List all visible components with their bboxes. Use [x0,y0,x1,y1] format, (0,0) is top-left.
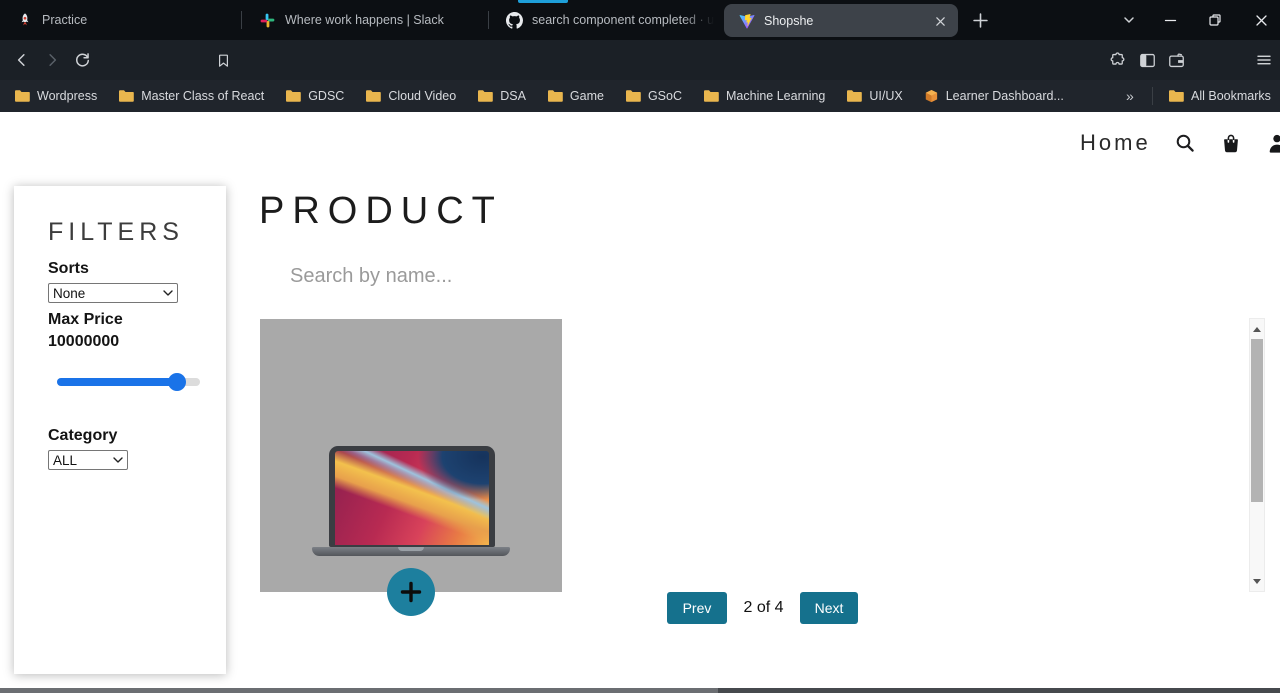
folder-icon [547,90,563,102]
search-icon[interactable] [1173,131,1197,155]
folder-icon [286,90,301,102]
category-label: Category [48,427,118,444]
tab-title: Where work happens | Slack [285,13,444,27]
next-page-button[interactable]: Next [800,592,858,624]
tab-title-fade [682,0,722,40]
all-bookmarks-button[interactable]: All Bookmarks [1168,80,1271,112]
filters-title: FILTERS [48,218,184,246]
page-status: 2 of 4 [743,599,784,616]
macbook-base [312,547,510,556]
bookmark-folder-machine-learning[interactable]: Machine Learning [703,89,825,103]
horizontal-scrollbar[interactable] [0,688,1280,693]
browser-window: Practice Where work happens | Slack sear… [0,0,1280,693]
tab-bar: Practice Where work happens | Slack sear… [0,0,1280,40]
tab-separator [241,11,242,29]
bookmarks-separator [1152,87,1153,105]
webpage-content: Home FILTERS Sorts None Max Price 100000… [0,112,1280,693]
pagination: Prev 2 of 4 Next [667,592,858,624]
product-list-scrollbar[interactable] [1249,318,1265,592]
bookmarks-bar: Wordpress Master Class of React GDSC Clo… [0,80,1280,112]
slider-fill [57,378,177,386]
extensions-icon[interactable] [1106,49,1128,71]
site-header-nav: Home [1080,130,1280,156]
forward-button[interactable] [41,49,63,71]
bookmark-folder-cloud-video[interactable]: Cloud Video [365,89,456,103]
folder-icon [366,90,382,102]
back-button[interactable] [11,49,33,71]
bookmark-icon[interactable] [212,49,234,71]
filters-panel: FILTERS Sorts None Max Price 10000000 Ca… [14,186,226,674]
product-image-macbook [329,446,495,547]
bookmark-folder-gsoc[interactable]: GSoC [625,89,682,103]
navigation-bar: localhost:5173/search [0,40,1280,115]
cube-icon [925,89,937,102]
bookmark-folder-wordpress[interactable]: Wordpress [14,89,97,103]
bookmark-folder-master-class-of-react[interactable]: Master Class of React [118,89,264,103]
sidebar-icon[interactable] [1136,49,1158,71]
folder-icon [704,90,719,102]
folder-icon [119,90,135,102]
bookmark-folder-game[interactable]: Game [547,89,604,103]
max-price-slider[interactable] [57,373,200,391]
reload-button[interactable] [71,49,93,71]
folder-icon [15,90,30,102]
bookmark-folder-ui-ux[interactable]: UI/UX [846,89,903,103]
horizontal-scrollbar-thumb[interactable] [0,688,718,693]
minimize-button[interactable] [1157,8,1183,32]
restore-button[interactable] [1202,8,1228,32]
max-price-value: 10000000 [48,333,120,350]
folder-icon [1169,90,1184,102]
rocket-icon [16,12,33,29]
tab-shopshe-active[interactable]: Shopshe [724,4,958,37]
product-card[interactable] [260,319,562,616]
github-icon [506,11,523,29]
bookmark-folder-dsa[interactable]: DSA [477,89,526,103]
search-input[interactable] [290,260,660,292]
add-to-cart-button[interactable] [387,568,435,616]
scroll-down-arrow[interactable] [1250,573,1264,589]
prev-page-button[interactable]: Prev [667,592,727,624]
tab-title: Shopshe [764,13,814,28]
wallet-icon[interactable] [1165,49,1187,71]
slider-thumb[interactable] [168,373,186,391]
tab-practice[interactable]: Practice [0,0,240,40]
folder-icon [625,90,641,102]
vite-icon [738,12,755,29]
close-window-button[interactable] [1248,8,1274,32]
page-title: PRODUCT [259,190,503,232]
category-select[interactable]: ALL [48,450,128,470]
folder-icon [847,90,863,102]
user-account-icon[interactable] [1265,131,1280,155]
close-tab-icon[interactable] [932,13,948,29]
new-tab-button[interactable] [968,8,992,32]
slack-icon [259,12,276,29]
home-link[interactable]: Home [1080,130,1151,156]
plus-icon [400,581,422,603]
tab-github[interactable]: search component completed · univ [490,0,722,40]
tab-loading-indicator [518,0,568,3]
tab-search-chevron-icon[interactable] [1116,8,1142,32]
scrollbar-thumb[interactable] [1251,339,1263,502]
bookmark-learner-dashboard[interactable]: Learner Dashboard... [924,89,1064,104]
sorts-label: Sorts [48,260,89,277]
macbook-notch [398,547,424,551]
tab-separator [488,11,489,29]
bookmarks-overflow-chevron[interactable]: » [1126,80,1134,112]
tab-slack[interactable]: Where work happens | Slack [243,0,487,40]
shopping-bag-icon[interactable] [1219,131,1243,155]
folder-icon [478,90,494,102]
menu-hamburger-icon[interactable] [1253,49,1275,71]
bookmark-folder-gdsc[interactable]: GDSC [285,89,344,103]
scroll-up-arrow[interactable] [1250,321,1264,337]
sorts-select[interactable]: None [48,283,178,303]
macbook-wallpaper [335,451,489,545]
tab-title: Practice [42,13,88,27]
max-price-label: Max Price [48,311,123,328]
